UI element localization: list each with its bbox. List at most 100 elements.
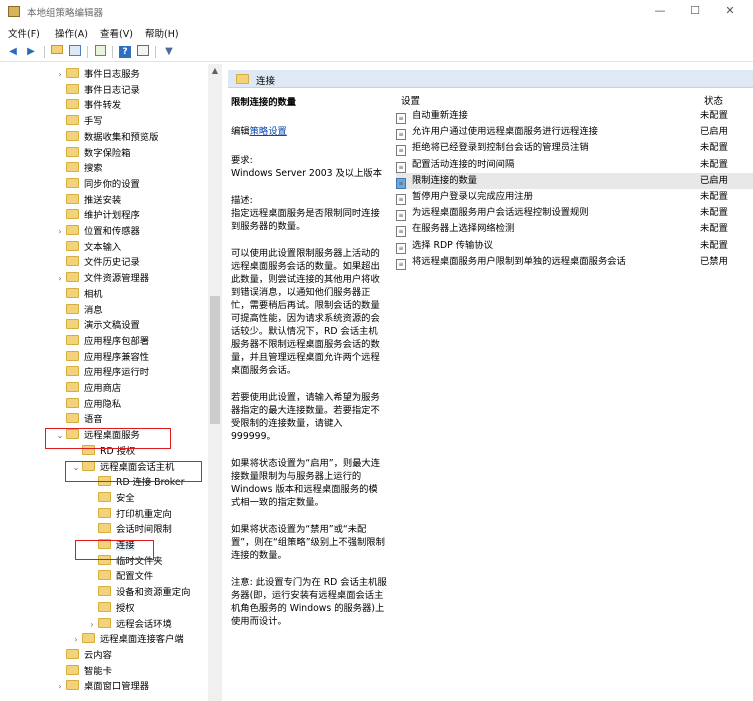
setting-row[interactable]: ≡ 将远程桌面服务用户限制到单独的远程桌面服务会话 已禁用 [396,254,753,270]
description-paragraph: 如果将状态设置为“启用”，则最大连接数量限制为与服务器上运行的 Windows … [231,458,381,508]
setting-row[interactable]: ≡ 选择 RDP 传输协议 未配置 [396,238,753,254]
back-icon[interactable]: ◀ [6,45,20,59]
tree-item[interactable]: 设备和资源重定向 [86,585,190,601]
tree-item-label: 云内容 [84,649,112,661]
folder-icon [66,146,79,157]
tree-item[interactable]: › 桌面窗口管理器 [54,679,149,695]
tree-item[interactable]: 应用程序包部署 [54,334,149,350]
chevron-right-icon[interactable]: › [70,632,82,648]
menu-file[interactable]: 文件(F) [8,26,40,40]
folder-up-icon[interactable] [50,45,64,59]
scroll-up-icon[interactable]: ▲ [208,66,222,75]
tree-item[interactable]: › 远程会话环境 [86,617,172,633]
setting-name: 选择 RDP 传输协议 [412,239,493,251]
setting-row[interactable]: ≡ 在服务器上选择网络检测 未配置 [396,221,753,238]
description-section: 描述: 指定远程桌面服务是否限制同时连接到服务器的数量。 [231,194,387,233]
tree-item-label: 搜索 [84,163,103,175]
navigation-tree: › 事件日志服务 事件日志记录 事件转发 手写 数据收集和预览版 数字保险箱 搜索同步你的设置… [0,64,222,701]
tree-item[interactable]: 安全 [86,491,135,507]
chevron-right-icon[interactable]: › [54,271,66,287]
tree-item[interactable]: 配置文件 [86,569,153,585]
tree-item[interactable]: 语音 [54,412,103,428]
tree-item[interactable]: 应用程序兼容性 [54,350,149,366]
folder-icon [66,115,79,126]
setting-row[interactable]: ≡ 配置活动连接的时间间隔 未配置 [396,157,753,173]
tree-item[interactable]: 会话时间限制 [86,522,172,538]
chevron-right-icon[interactable]: › [54,679,66,695]
tree-item[interactable]: 打印机重定向 [86,507,172,523]
setting-row[interactable]: ≡ 限制连接的数量 已启用 [396,172,753,189]
setting-row[interactable]: ≡ 为远程桌面服务用户会话远程控制设置规则 未配置 [396,205,753,222]
help-icon[interactable]: ? [118,45,132,59]
tree-item[interactable]: › 文件资源管理器 [54,271,149,287]
edit-policy-link[interactable]: 策略设置 [250,126,287,137]
folder-icon [98,586,111,597]
tree-item[interactable]: 智能卡 [54,664,112,680]
tree-item[interactable]: 搜索 [54,161,103,177]
tree-item-label: 会话时间限制 [116,524,172,536]
tree-item[interactable]: 云内容 [54,648,112,664]
menu-action[interactable]: 操作(A) [55,26,88,40]
tree-item[interactable]: 应用隐私 [54,397,121,413]
tree-item-label: 文本输入 [84,241,122,253]
setting-row[interactable]: ≡ 自动重新连接 未配置 [396,108,753,124]
chevron-right-icon[interactable]: › [54,67,66,83]
show-tree-icon[interactable] [68,45,82,59]
folder-icon [66,193,79,204]
column-header-state[interactable]: 状态 [704,93,723,107]
tree-item[interactable]: 维护计划程序 [54,208,140,224]
close-button[interactable]: ✕ [715,2,745,20]
tree-item[interactable]: 应用商店 [54,381,121,397]
policy-setting-icon: ≡ [396,258,406,270]
column-header-setting[interactable]: 设置 [401,93,420,107]
maximize-button[interactable]: ☐ [680,2,710,20]
edit-policy: 编辑策略设置 [231,125,387,138]
highlight-box [65,461,202,482]
chevron-right-icon[interactable]: › [86,617,98,633]
tree-item-label: 应用程序运行时 [84,367,150,379]
tree-item[interactable]: 推送安装 [54,193,121,209]
export-icon[interactable] [93,45,107,59]
chevron-right-icon[interactable]: › [54,224,66,240]
menu-help[interactable]: 帮助(H) [145,26,179,40]
filter-icon[interactable]: ▼ [162,45,176,59]
folder-icon [66,240,79,251]
folder-icon [98,491,111,502]
properties-icon[interactable] [136,45,150,59]
tree-item[interactable]: 数字保险箱 [54,146,131,162]
tree-item[interactable]: › 远程桌面连接客户端 [70,632,184,648]
tree-item[interactable]: 手写 [54,114,103,130]
description-pane: 限制连接的数量 编辑策略设置 要求: Windows Server 2003 及… [231,96,387,628]
minimize-button[interactable]: — [645,2,675,20]
tree-scrollbar[interactable]: ▲ [208,64,222,701]
requirements-label: 要求: [231,155,253,166]
setting-name: 暂停用户登录以完成应用注册 [412,191,533,202]
setting-row[interactable]: ≡ 允许用户通过使用远程桌面服务进行远程连接 已启用 [396,124,753,141]
setting-row[interactable]: ≡ 暂停用户登录以完成应用注册 未配置 [396,189,753,205]
setting-name: 在服务器上选择网络检测 [412,223,515,235]
tree-item[interactable]: 应用程序运行时 [54,365,149,381]
folder-icon [66,319,79,330]
setting-row[interactable]: ≡ 拒绝将已经登录到控制台会话的管理员注销 未配置 [396,140,753,157]
tree-item[interactable]: 数据收集和预览版 [54,130,158,146]
forward-icon[interactable]: ▶ [24,45,38,59]
tree-item[interactable]: 文本输入 [54,240,121,256]
tree-item[interactable]: 事件转发 [54,98,121,114]
tree-item[interactable]: › 位置和传感器 [54,224,140,240]
tree-item[interactable]: 消息 [54,303,103,319]
setting-name: 允许用户通过使用远程桌面服务进行远程连接 [412,126,598,138]
folder-icon [66,382,79,392]
tree-item[interactable]: 文件历史记录 [54,255,140,271]
tree-item[interactable]: 同步你的设置 [54,177,140,193]
setting-name: 限制连接的数量 [412,174,478,186]
policy-setting-icon: ≡ [396,242,406,254]
scroll-thumb[interactable] [210,296,220,424]
tree-item[interactable]: 演示文稿设置 [54,318,140,334]
tree-item[interactable]: 授权 [86,601,135,617]
tree-item[interactable]: 事件日志记录 [54,83,140,99]
description-paragraph: 注意: 此设置专门为在 RD 会话主机服务器(即，运行安装有远程桌面会话主机角色… [231,577,387,627]
tree-item[interactable]: › 事件日志服务 [54,67,140,83]
setting-state: 未配置 [700,239,728,251]
menu-view[interactable]: 查看(V) [100,26,133,40]
tree-item[interactable]: 相机 [54,287,103,303]
